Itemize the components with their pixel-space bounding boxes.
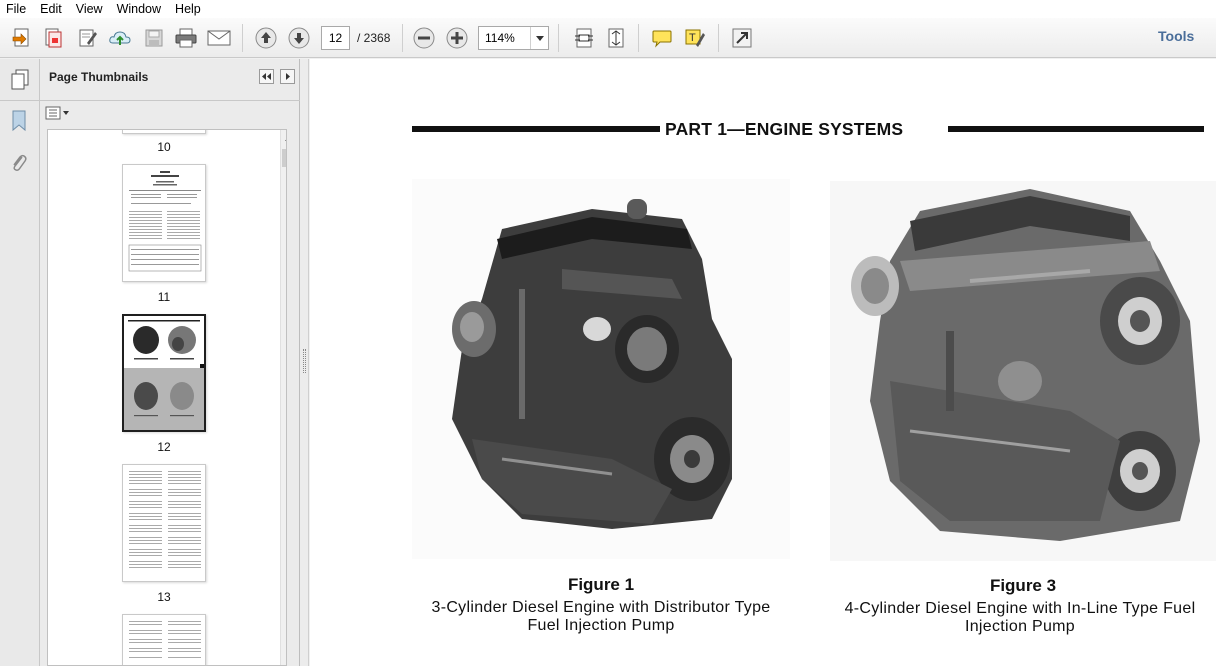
figure-1-caption-line1: 3-Cylinder Diesel Engine with Distributo… [431,599,771,616]
zoom-select[interactable]: 114% [478,26,549,50]
thumbnail-label-13: 13 [157,590,171,604]
scroll-up-icon[interactable] [281,130,286,147]
collapse-panel-icon[interactable] [259,69,274,84]
menu-edit[interactable]: Edit [33,0,69,18]
part-title: PART 1—ENGINE SYSTEMS [665,119,904,139]
toolbar: 12 / 2368 114% T Tools [0,18,1216,58]
comment-icon[interactable] [648,24,676,52]
thumbnail-page-11[interactable] [122,164,206,282]
thumbnails-panel: Page Thumbnails 10 11 12 13 [40,59,300,666]
create-pdf-icon[interactable] [8,24,36,52]
title-rule-left [412,126,660,132]
thumbnail-page-13[interactable] [122,464,206,582]
tools-button[interactable]: Tools [1158,28,1194,44]
menu-view[interactable]: View [69,0,110,18]
figure-1-title: Figure 1 [567,575,635,594]
figure-3-caption: 4-Cylinder Diesel Engine with In-Line Ty… [820,600,1216,636]
edit-document-icon[interactable] [74,24,102,52]
title-rule-right [948,126,1204,132]
thumbnail-label-10: 10 [157,140,171,154]
zoom-in-icon[interactable] [443,24,471,52]
chevron-down-icon[interactable] [530,27,548,49]
document-view: PART 1—ENGINE SYSTEMS Figure 1 3-Cylinde… [310,59,1216,666]
page-total: / 2368 [357,31,391,45]
figure-3-caption-line2: Injection Pump [964,618,1076,635]
combine-files-icon[interactable] [40,24,68,52]
panel-splitter[interactable] [300,59,309,666]
thumbnail-options-menu[interactable] [45,104,73,122]
thumbnail-page-10[interactable] [122,130,206,134]
figure-1-caption-line2: Fuel Injection Pump [527,617,675,634]
panel-title: Page Thumbnails [49,70,149,84]
figure-3-title: Figure 3 [989,576,1057,595]
options-icon [45,106,69,120]
previous-page-icon[interactable] [252,24,280,52]
navigation-strip [0,59,40,666]
highlight-text-icon[interactable]: T [681,24,709,52]
menu-file[interactable]: File [0,0,33,18]
bookmark-icon[interactable] [8,109,30,133]
menu-help[interactable]: Help [168,0,208,18]
engine-photo-3-cylinder [412,179,790,559]
print-icon[interactable] [172,24,200,52]
fit-page-icon[interactable] [602,24,630,52]
menu-bar: File Edit View Window Help [0,0,1216,18]
thumbnails-header: Page Thumbnails [40,59,300,101]
thumbnail-label-11: 11 [157,290,171,304]
attachment-icon[interactable] [8,151,30,175]
figure-3-caption-line1: 4-Cylinder Diesel Engine with In-Line Ty… [844,600,1196,617]
thumbnail-label-12: 12 [157,440,171,454]
fit-width-icon[interactable] [570,24,598,52]
figure-1-caption: 3-Cylinder Diesel Engine with Distributo… [402,599,800,635]
next-page-icon[interactable] [285,24,313,52]
page-number-input[interactable]: 12 [321,26,350,50]
thumbnail-page-14[interactable] [122,614,206,665]
engine-photo-4-cylinder [830,181,1216,561]
thumbnail-scrollbar[interactable] [280,130,286,665]
page-thumbnails-toggle[interactable] [0,59,40,101]
pages-icon [11,69,29,89]
zoom-value: 114% [485,31,515,45]
save-icon[interactable] [140,24,168,52]
cloud-upload-icon[interactable] [106,24,134,52]
menu-window[interactable]: Window [110,0,168,18]
expand-panel-icon[interactable] [280,69,295,84]
expand-icon[interactable] [728,24,756,52]
thumbnail-page-12[interactable] [122,314,206,432]
scrollbar-thumb[interactable] [282,149,286,167]
email-icon[interactable] [205,24,233,52]
zoom-out-icon[interactable] [410,24,438,52]
thumbnail-list: 10 11 12 13 [47,129,287,666]
svg-text:T: T [689,32,696,44]
